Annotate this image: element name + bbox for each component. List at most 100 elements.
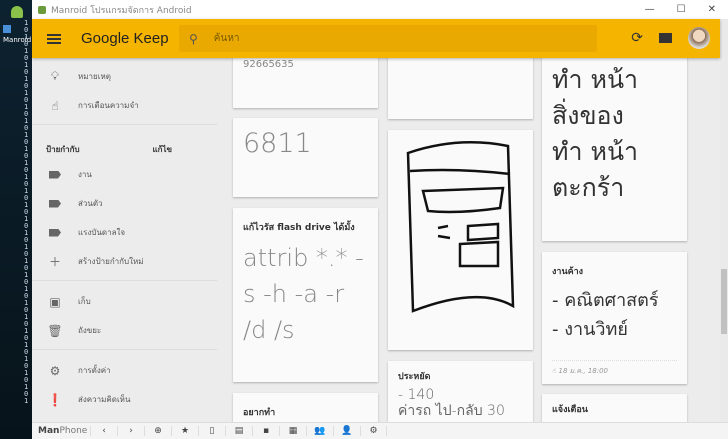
sidebar-item-label: สร้างป้ายกำกับใหม่	[78, 257, 144, 266]
label-icon	[49, 170, 61, 179]
sidebar-item-label-work[interactable]: งาน	[32, 160, 217, 189]
sidebar-item-notes[interactable]: 💡︎ หมายเหตุ	[32, 62, 217, 91]
sidebar-item-label-inspiration[interactable]: แรงบันดาลใจ	[32, 218, 217, 247]
scrollbar-thumb[interactable]	[721, 269, 727, 334]
note-title: อยากทำ	[243, 408, 276, 418]
note-text: 92665635	[243, 59, 294, 70]
manphone-toolbar: ManPhone ‹ › ⊕ ★ ▯ ▤ ▪ ▦ 👥 👤 ⚙	[32, 422, 728, 439]
brand-logo: Google Keep	[81, 30, 169, 47]
note-card[interactable]: งานค้าง - คณิตศาสตร์ - งานวิทย์ ☝ 18 ม.ค…	[542, 252, 687, 384]
note-title: ประหยัด	[398, 372, 431, 382]
note-text: - งานวิทย์	[552, 319, 628, 340]
desktop-background: Manroid 10101010101010101010101010101010…	[0, 0, 32, 439]
note-card[interactable]: ประหยัด - 140 ค่ารถ ไป-กลับ 30	[388, 361, 533, 422]
scrollbar[interactable]	[720, 19, 728, 422]
lightbulb-icon: 💡︎	[50, 69, 60, 83]
note-text: ค่ารถ ไป-กลับ 30	[398, 403, 505, 419]
note-title: แก้ไวรัส flash drive ได้มั้ง	[243, 223, 355, 233]
note-title: แจ้งเตือน	[552, 405, 588, 415]
search-input[interactable]: ⚲ ค้นหา	[179, 25, 597, 52]
list-view-icon[interactable]	[659, 33, 672, 43]
reminder-time[interactable]: 18 ม.ค., 18:00	[559, 367, 609, 375]
sidebar-item-label: เก็บ	[78, 297, 91, 306]
sidebar-item-feedback[interactable]: ❗ ส่งความคิดเห็น	[32, 385, 217, 414]
note-text: ทำ หน้า	[552, 137, 639, 166]
note-card[interactable]: แจ้งเตือน	[542, 394, 687, 422]
sidebar-item-trash[interactable]: 🗑︎ ถังขยะ	[32, 316, 217, 345]
trash-icon: 🗑︎	[47, 323, 63, 338]
sidebar-item-label-personal[interactable]: ส่วนตัว	[32, 189, 217, 218]
contacts-group-icon[interactable]: 👥	[306, 426, 333, 436]
download-icon[interactable]: ⊕	[144, 426, 171, 436]
sketch-drawing	[406, 141, 515, 313]
avatar[interactable]	[688, 27, 710, 49]
sidebar-item-label: การเตือนความจำ	[78, 101, 139, 110]
sidebar-item-label: แรงบันดาลใจ	[78, 228, 126, 237]
gallery-icon[interactable]: ▤	[225, 426, 252, 436]
person-icon[interactable]: 👤	[333, 426, 360, 436]
calendar-icon[interactable]: ▦	[279, 426, 306, 436]
close-button[interactable]: ✕	[708, 4, 716, 15]
note-text: สิ่งของ	[552, 101, 624, 130]
sidebar-item-archive[interactable]: ▣ เก็บ	[32, 287, 217, 316]
label-icon	[49, 228, 61, 237]
drawing-note-card[interactable]	[388, 130, 533, 350]
maximize-button[interactable]: ☐	[677, 4, 686, 15]
sidebar-item-reminders[interactable]: ☝ การเตือนความจำ	[32, 91, 217, 120]
note-text: attrib *.* -s -h -a -r /d /s	[243, 244, 364, 344]
plus-icon: ＋	[48, 255, 61, 269]
star-icon[interactable]: ★	[171, 426, 198, 436]
sidebar-item-label: หมายเหตุ	[78, 72, 111, 81]
note-text: - คณิตศาสตร์	[552, 290, 659, 311]
notes-grid: 92665635 6811 แก้ไวรัส flash drive ได้มั…	[217, 58, 720, 422]
sidebar: 💡︎ หมายเหตุ ☝ การเตือนความจำ ป้ายกำกับ แก้ไ…	[32, 58, 217, 422]
refresh-icon[interactable]: ⟳	[631, 30, 643, 46]
create-label-button[interactable]: ＋ สร้างป้ายกำกับใหม่	[32, 247, 217, 276]
feedback-icon: ❗	[47, 392, 63, 407]
android-icon	[11, 6, 23, 18]
title-bar: Manroid โปรแกรมจัดการ Android — ☐ ✕	[32, 0, 728, 19]
reminder-icon: ☝	[552, 367, 557, 375]
manphone-logo: ManPhone	[38, 426, 88, 436]
label-icon	[49, 199, 61, 208]
sidebar-item-settings[interactable]: ⚙ การตั้งค่า	[32, 356, 217, 385]
message-icon[interactable]: ▪	[252, 426, 279, 436]
note-card[interactable]: ทำ หน้า สิ่งของ ทำ หน้า ตะกร้า	[542, 58, 687, 241]
edit-labels-button[interactable]: แก้ไข	[153, 143, 173, 156]
note-text: ตะกร้า	[552, 173, 625, 202]
note-text: ทำ หน้า	[552, 65, 639, 94]
app-icon	[38, 5, 46, 14]
note-card[interactable]: 92665635	[233, 58, 378, 108]
note-text: 6811	[243, 128, 312, 159]
divider	[32, 280, 217, 281]
sidebar-item-label: ส่วนตัว	[78, 199, 103, 208]
note-text: - 140	[398, 387, 435, 403]
sidebar-item-label: ส่งความคิดเห็น	[78, 395, 131, 404]
sidebar-item-label: งาน	[78, 170, 92, 179]
search-icon: ⚲	[189, 31, 198, 46]
reminder-icon: ☝	[51, 98, 59, 113]
archive-icon: ▣	[49, 294, 61, 309]
note-card[interactable]: แก้ไวรัส flash drive ได้มั้ง attrib *.* …	[233, 208, 378, 382]
sidebar-item-label: ถังขยะ	[78, 326, 102, 335]
shortcut-icon[interactable]	[3, 25, 11, 33]
window-title: Manroid โปรแกรมจัดการ Android	[51, 5, 192, 16]
note-card[interactable]: 6811	[233, 118, 378, 197]
phone-icon[interactable]: ▯	[198, 426, 225, 436]
labels-heading: ป้ายกำกับ	[46, 145, 80, 154]
app-header: Google Keep ⚲ ค้นหา ⟳	[32, 19, 720, 58]
note-card[interactable]: อยากทำ	[233, 393, 378, 422]
forward-button[interactable]: ›	[117, 426, 144, 436]
app-window: Manroid โปรแกรมจัดการ Android — ☐ ✕ Goog…	[32, 0, 728, 439]
hamburger-menu-icon[interactable]	[47, 32, 61, 46]
back-button[interactable]: ‹	[90, 426, 117, 436]
note-title: งานค้าง	[552, 267, 584, 277]
divider	[32, 124, 217, 125]
gear-icon[interactable]: ⚙	[360, 426, 387, 436]
sidebar-item-label: การตั้งค่า	[78, 366, 111, 375]
gear-icon: ⚙	[49, 363, 61, 378]
note-card[interactable]	[388, 58, 533, 119]
binary-wallpaper: 1010101010101010101010101010101010101010…	[24, 19, 29, 405]
search-placeholder: ค้นหา	[213, 33, 240, 44]
minimize-button[interactable]: —	[645, 4, 655, 15]
